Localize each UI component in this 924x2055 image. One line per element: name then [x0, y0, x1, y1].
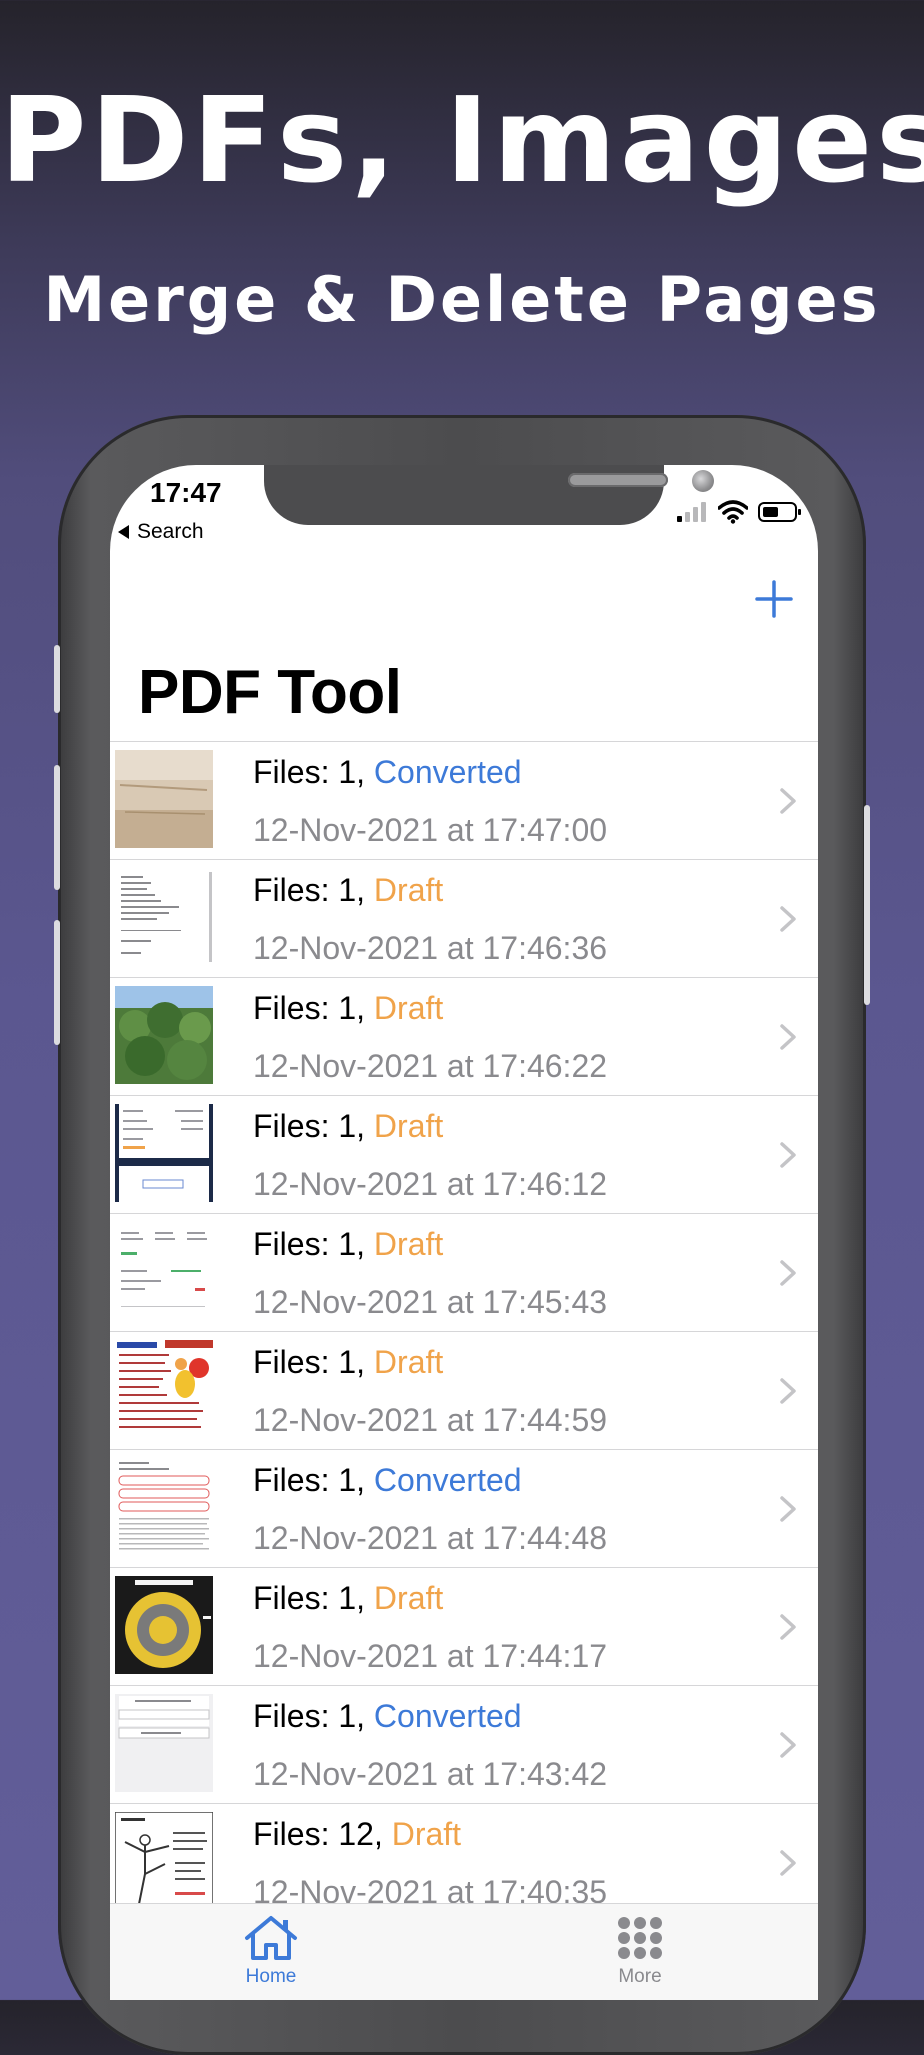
file-row[interactable]: Files: 1, Converted 12-Nov-2021 at 17:43… — [110, 1686, 818, 1804]
file-date-label: 12-Nov-2021 at 17:45:43 — [253, 1284, 608, 1320]
file-status-label: Draft — [391, 1816, 462, 1852]
file-count-label: Files: 1, — [253, 1108, 374, 1144]
file-status-label: Draft — [373, 1580, 444, 1616]
file-list: Files: 1, Converted 12-Nov-2021 at 17:47… — [110, 742, 818, 1922]
file-count-label: Files: 1, — [253, 754, 374, 790]
file-thumbnail — [115, 1812, 213, 1910]
file-thumbnail — [115, 1576, 213, 1674]
home-icon — [245, 1916, 297, 1960]
file-row[interactable]: Files: 1, Draft 12-Nov-2021 at 17:46:22 — [110, 978, 818, 1096]
file-thumbnail — [115, 1340, 213, 1438]
phone-power-button — [864, 805, 870, 1005]
file-count-label: Files: 1, — [253, 1226, 374, 1262]
file-thumbnail — [115, 1222, 213, 1320]
back-triangle-icon — [118, 525, 129, 539]
file-thumbnail — [115, 868, 213, 966]
file-date-label: 12-Nov-2021 at 17:44:48 — [253, 1520, 608, 1556]
file-row[interactable]: Files: 1, Draft 12-Nov-2021 at 17:46:36 — [110, 860, 818, 978]
file-date-label: 12-Nov-2021 at 17:46:22 — [253, 1048, 608, 1084]
chevron-right-icon — [780, 906, 796, 932]
file-count-label: Files: 12, — [253, 1816, 392, 1852]
status-time: 17:47 — [150, 477, 222, 508]
chevron-right-icon — [780, 1614, 796, 1640]
file-status-label: Converted — [373, 1698, 522, 1734]
battery-icon — [758, 502, 801, 522]
tab-home-label: Home — [245, 1966, 297, 1987]
file-count-label: Files: 1, — [253, 1698, 374, 1734]
promo-headline: PDFs, Images — [0, 71, 924, 209]
tab-more-label: More — [618, 1966, 662, 1987]
file-date-label: 12-Nov-2021 at 17:46:12 — [253, 1166, 608, 1202]
back-to-search-link[interactable]: Search — [118, 520, 204, 544]
back-label: Search — [137, 520, 204, 543]
phone-mute-switch — [54, 645, 60, 713]
file-row[interactable]: Files: 1, Draft 12-Nov-2021 at 17:46:12 — [110, 1096, 818, 1214]
chevron-right-icon — [780, 1732, 796, 1758]
chevron-right-icon — [780, 1850, 796, 1876]
file-status-label: Draft — [373, 1226, 444, 1262]
file-row[interactable]: Files: 1, Draft 12-Nov-2021 at 17:44:59 — [110, 1332, 818, 1450]
file-count-label: Files: 1, — [253, 1580, 374, 1616]
add-file-plus-icon[interactable] — [750, 575, 798, 623]
file-status-label: Draft — [373, 990, 444, 1026]
tab-home[interactable]: Home — [211, 1914, 331, 1988]
phone-volume-up — [54, 765, 60, 890]
chevron-right-icon — [780, 1496, 796, 1522]
file-count-label: Files: 1, — [253, 1462, 374, 1498]
promo-subheadline: Merge & Delete Pages — [43, 263, 881, 336]
chevron-right-icon — [780, 1260, 796, 1286]
phone-screen: 17:47 Search PDF Tool Files: 1, Converte… — [110, 465, 818, 2000]
front-camera — [692, 470, 714, 492]
speaker-grille — [568, 473, 668, 487]
file-date-label: 12-Nov-2021 at 17:44:59 — [253, 1402, 608, 1438]
file-count-label: Files: 1, — [253, 990, 374, 1026]
tab-more[interactable]: More — [580, 1914, 700, 1988]
file-status-label: Converted — [373, 1462, 522, 1498]
file-status-label: Draft — [373, 872, 444, 908]
file-date-label: 12-Nov-2021 at 17:43:42 — [253, 1756, 608, 1792]
file-status-label: Converted — [373, 754, 522, 790]
file-count-label: Files: 1, — [253, 872, 374, 908]
file-row[interactable]: Files: 1, Draft 12-Nov-2021 at 17:44:17 — [110, 1568, 818, 1686]
status-icons — [676, 500, 802, 524]
phone-volume-down — [54, 920, 60, 1045]
tab-bar: Home More — [110, 1903, 818, 2000]
file-thumbnail — [115, 1458, 213, 1556]
chevron-right-icon — [780, 1142, 796, 1168]
file-row[interactable]: Files: 1, Converted 12-Nov-2021 at 17:44… — [110, 1450, 818, 1568]
file-date-label: 12-Nov-2021 at 17:47:00 — [253, 812, 608, 848]
cellular-signal-icon — [677, 502, 706, 522]
file-status-label: Draft — [373, 1344, 444, 1380]
file-thumbnail — [115, 986, 213, 1084]
file-count-label: Files: 1, — [253, 1344, 374, 1380]
page-title: PDF Tool — [138, 658, 402, 727]
chevron-right-icon — [780, 1024, 796, 1050]
file-date-label: 12-Nov-2021 at 17:44:17 — [253, 1638, 608, 1674]
file-thumbnail — [115, 1104, 213, 1202]
more-grid-icon — [618, 1917, 662, 1959]
file-date-label: 12-Nov-2021 at 17:46:36 — [253, 930, 608, 966]
chevron-right-icon — [780, 788, 796, 814]
wifi-icon — [718, 500, 748, 524]
file-thumbnail — [115, 750, 213, 848]
file-row[interactable]: Files: 1, Draft 12-Nov-2021 at 17:45:43 — [110, 1214, 818, 1332]
file-thumbnail — [115, 1694, 213, 1792]
file-status-label: Draft — [373, 1108, 444, 1144]
file-row[interactable]: Files: 1, Converted 12-Nov-2021 at 17:47… — [110, 742, 818, 860]
phone-notch — [264, 465, 714, 525]
chevron-right-icon — [780, 1378, 796, 1404]
